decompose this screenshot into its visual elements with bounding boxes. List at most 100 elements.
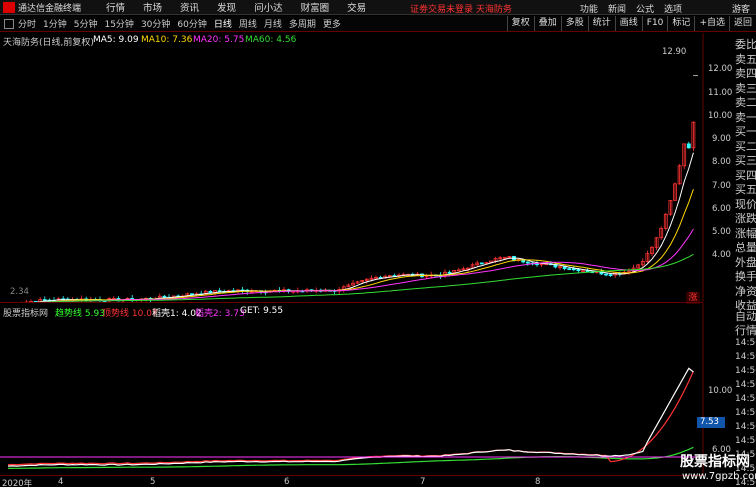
menu-guest[interactable]: 游客 — [732, 2, 750, 15]
menu-bar: 通达信金融终端 行情 市场 资讯 发现 问小达 财富圈 交易 证劵交易未登录 天… — [0, 0, 756, 15]
date-label: 4 — [58, 477, 64, 487]
period-5min[interactable]: 5分钟 — [74, 17, 98, 30]
period-toolbar: 分时 1分钟 5分钟 15分钟 30分钟 60分钟 日线 周线 月线 多周期 更… — [0, 16, 756, 32]
menu-item-discover[interactable]: 发现 — [217, 0, 236, 14]
low-price-label: 2.34 — [10, 287, 29, 297]
multi-stock-button[interactable]: 多股 — [560, 16, 588, 31]
current-value-tag: 7.53 — [697, 417, 725, 428]
period-15min[interactable]: 15分钟 — [104, 17, 133, 30]
ma10-label: MA10: 7.36 — [141, 35, 193, 45]
price-axis-label: 9.00 — [712, 134, 731, 144]
trend-line-label: 趋势线 5.93 — [55, 309, 105, 319]
period-fenshi[interactable]: 分时 — [18, 17, 36, 30]
f10-button[interactable]: F10 — [641, 16, 668, 31]
ma60-line — [39, 253, 694, 302]
candle-body — [479, 262, 484, 265]
candle-body — [190, 293, 194, 296]
candle-body — [525, 261, 530, 264]
period-monthly[interactable]: 月线 — [264, 17, 282, 30]
quote-field-label: 14:50 — [735, 352, 756, 362]
candle-body — [447, 271, 452, 274]
menu-function[interactable]: 功能 — [580, 2, 598, 15]
quote-field-label: 14:50 — [735, 394, 756, 404]
price-axis-label: 12.00 — [708, 64, 733, 74]
back-button[interactable]: 返回 — [728, 16, 756, 31]
menu-item-trade[interactable]: 交易 — [347, 0, 366, 14]
quote-field-label: 14:50 — [735, 338, 756, 348]
top-line-label: 顶势线 10.07 — [102, 309, 158, 319]
candle-body — [608, 274, 613, 277]
date-label: 2020年 — [2, 479, 33, 487]
menu-news[interactable]: 新闻 — [608, 2, 626, 15]
draw-button[interactable]: 画线 — [614, 16, 642, 31]
daoke1-line — [7, 367, 694, 467]
kline-chart[interactable] — [0, 33, 735, 302]
period-30min[interactable]: 30分钟 — [141, 17, 170, 30]
ma5-label: MA5: 9.09 — [93, 35, 139, 45]
ma60-label: MA60: 4.56 — [245, 35, 297, 45]
trend-line — [7, 446, 694, 469]
stats-button[interactable]: 统计 — [587, 16, 615, 31]
date-label: 8 — [535, 477, 541, 487]
candle-body — [42, 299, 47, 301]
indicator-chart[interactable] — [0, 303, 735, 476]
adjust-button[interactable]: 复权 — [506, 16, 534, 31]
price-axis-label: 5.00 — [712, 227, 731, 237]
get-label: GET: 9.55 — [240, 306, 284, 316]
candle-body — [208, 290, 213, 294]
menu-options[interactable]: 选项 — [664, 2, 682, 15]
date-label: 5 — [150, 477, 156, 487]
date-axis: 2020年 4 5 6 7 8 — [0, 475, 703, 487]
period-60min[interactable]: 60分钟 — [177, 17, 206, 30]
quote-field-label: 14:50 — [735, 366, 756, 376]
price-axis-label: 10.00 — [708, 111, 733, 121]
date-label: 7 — [420, 477, 426, 487]
quote-side-panel: 委比 卖五 卖四 卖三 卖二 卖一 买一 买二 买三 买四 买五 现价 涨跌 涨幅 总量 外盘 换手 净资 收益 自动… — [735, 33, 756, 487]
price-axis-label: 11.00 — [708, 88, 733, 98]
ma10-line — [39, 189, 694, 302]
add-favorite-button[interactable]: +自选 — [694, 16, 729, 31]
candle-body — [604, 273, 608, 276]
quote-field-label: 行情 — [735, 324, 756, 337]
price-axis-label: 8.00 — [712, 157, 731, 167]
menu-item-news[interactable]: 资讯 — [180, 0, 199, 14]
right-menu: 功能 新闻 公式 选项 游客 — [580, 2, 750, 15]
period-1min[interactable]: 1分钟 — [43, 17, 67, 30]
watermark: 股票指标网 www.7gpzb.com — [680, 454, 756, 482]
stock-title: 天海防务(日线,前复权) — [3, 38, 94, 48]
mark-button[interactable]: 标记 — [667, 16, 694, 31]
candle-body — [571, 268, 576, 271]
candle-body — [562, 266, 567, 270]
menu-item-ask[interactable]: 问小达 — [254, 0, 283, 14]
menu-formula[interactable]: 公式 — [636, 2, 654, 15]
quote-field-label: 14:50 — [735, 380, 756, 390]
menu-item-quotes[interactable]: 行情 — [106, 0, 125, 14]
period-more[interactable]: 更多 — [323, 17, 341, 30]
period-multi[interactable]: 多周期 — [289, 17, 316, 30]
toolbar-right: 复权 叠加 多股 统计 画线 F10 标记 +自选 返回 — [506, 16, 756, 31]
daoke2-label: 稻壳2: 3.73 — [195, 309, 245, 319]
app-logo-icon — [3, 1, 15, 13]
price-axis-label: 6.00 — [712, 204, 731, 214]
quote-field-label: 14:50 — [735, 436, 756, 446]
top-line — [7, 370, 694, 466]
high-price-label: 12.90 — [662, 47, 687, 57]
layout-toggle-icon[interactable] — [4, 18, 14, 29]
indicator-axis-label: 10.00 — [708, 386, 733, 396]
menu-item-wealth[interactable]: 财富圈 — [301, 0, 330, 14]
quote-field-label: 14:50 — [735, 408, 756, 418]
ma5-line — [35, 152, 694, 302]
ma20-line — [39, 228, 694, 302]
kline-panel[interactable]: 天海防务(日线,前复权) MA5: 9.09 MA10: 7.36 MA20: … — [0, 33, 704, 302]
quote-field-label: 14:50 — [735, 422, 756, 432]
date-label: 6 — [284, 477, 290, 487]
candle-body — [686, 143, 691, 149]
menu-item-market[interactable]: 市场 — [143, 0, 162, 14]
indicator-panel[interactable]: 股票指标网 趋势线 5.93 顶势线 10.07 稻壳1: 4.02 稻壳2: … — [0, 302, 704, 476]
price-axis-label: 4.00 — [712, 250, 731, 260]
period-weekly[interactable]: 周线 — [239, 17, 257, 30]
indicator-title: 股票指标网 — [3, 309, 49, 319]
period-daily[interactable]: 日线 — [214, 17, 232, 30]
overlay-button[interactable]: 叠加 — [533, 16, 561, 31]
price-axis-label: 7.00 — [712, 181, 731, 191]
